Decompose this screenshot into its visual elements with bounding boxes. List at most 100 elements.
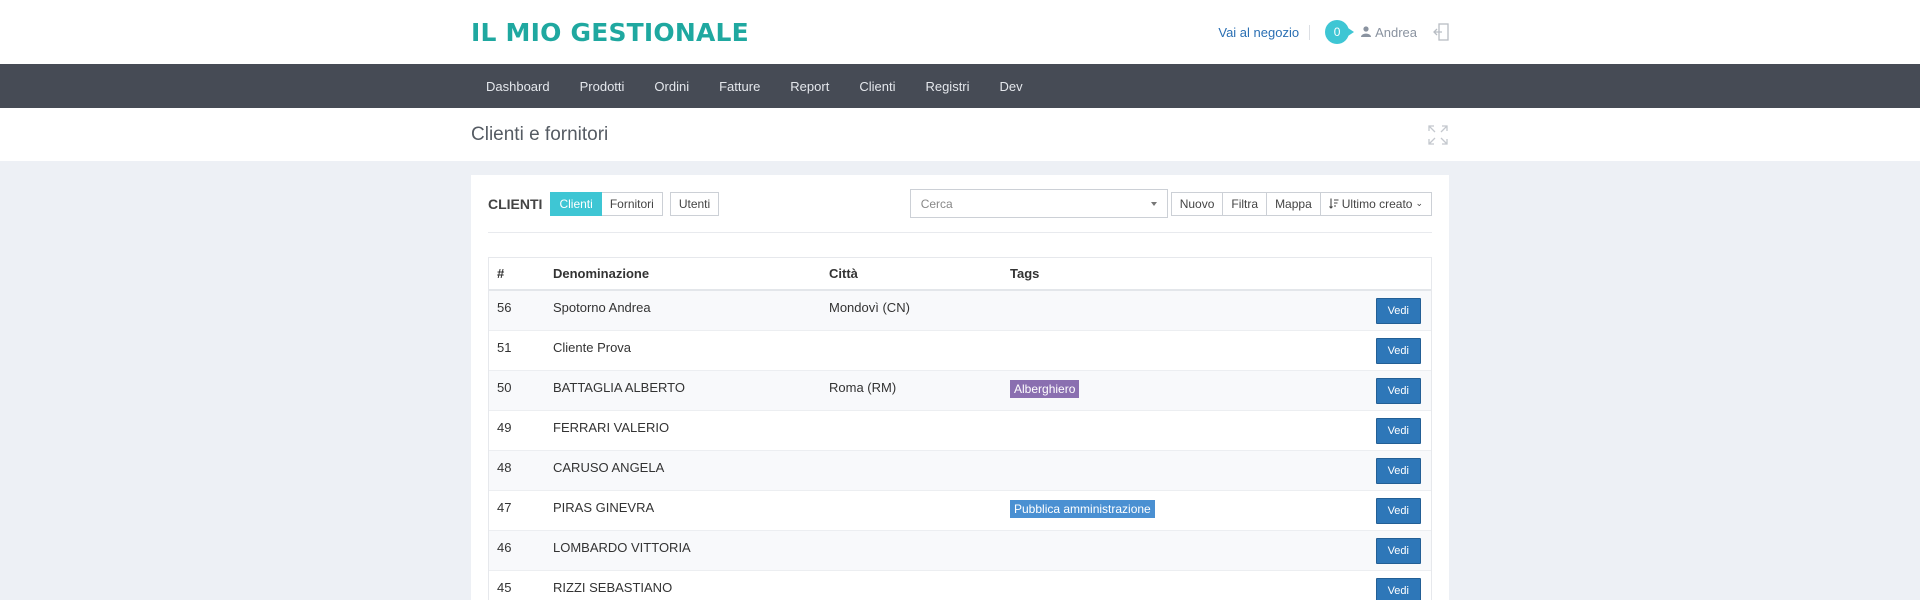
nav-item-ordini[interactable]: Ordini — [639, 79, 704, 94]
row-tags — [1002, 569, 1302, 600]
row-actions: Vedi — [1302, 529, 1431, 570]
table-row[interactable]: 49 FERRARI VALERIO Vedi — [489, 409, 1431, 450]
tab-clienti[interactable]: Clienti — [550, 191, 602, 216]
column-header-name[interactable]: Denominazione — [545, 258, 821, 291]
row-tags — [1002, 449, 1302, 490]
row-actions: Vedi — [1302, 449, 1431, 490]
column-header-actions — [1302, 258, 1431, 291]
logout-icon[interactable] — [1433, 23, 1449, 41]
title-bar: Clienti e fornitori — [0, 108, 1920, 161]
view-button[interactable]: Vedi — [1375, 298, 1421, 324]
user-name: Andrea — [1375, 24, 1417, 40]
row-name: Cliente Prova — [545, 329, 821, 370]
row-city — [821, 489, 1002, 530]
app-header: IL MIO GESTIONALE Vai al negozio 0 Andre… — [0, 0, 1920, 64]
column-header-id[interactable]: # — [489, 258, 545, 291]
table-row[interactable]: 56 Spotorno Andrea Mondovì (CN) Vedi — [489, 289, 1431, 330]
row-tags — [1002, 329, 1302, 370]
filter-button[interactable]: Filtra — [1223, 191, 1268, 216]
page-title: Clienti e fornitori — [471, 123, 609, 145]
row-id: 48 — [489, 449, 545, 490]
view-button[interactable]: Vedi — [1375, 497, 1421, 524]
row-name: CARUSO ANGELA — [545, 449, 821, 490]
view-button[interactable]: Vedi — [1375, 337, 1421, 364]
view-button[interactable]: Vedi — [1375, 377, 1421, 404]
row-name: PIRAS GINEVRA — [545, 489, 821, 530]
row-actions: Vedi — [1302, 289, 1431, 330]
table-row[interactable]: 46 LOMBARDO VITTORIA Vedi — [489, 529, 1431, 570]
row-city — [821, 409, 1002, 450]
notification-badge[interactable]: 0 — [1325, 20, 1355, 44]
row-tags — [1002, 289, 1302, 330]
shop-link[interactable]: Vai al negozio — [1218, 24, 1311, 40]
nav-item-report[interactable]: Report — [775, 79, 844, 94]
row-id: 46 — [489, 529, 545, 570]
row-actions: Vedi — [1302, 489, 1431, 530]
nav-item-prodotti[interactable]: Prodotti — [565, 79, 640, 94]
row-tags — [1002, 529, 1302, 570]
tag-badge[interactable]: Alberghiero — [1010, 379, 1080, 398]
row-city — [821, 569, 1002, 600]
column-header-city[interactable]: Città — [821, 258, 1002, 291]
row-id: 45 — [489, 569, 545, 600]
table-row[interactable]: 45 RIZZI SEBASTIANO Vedi — [489, 569, 1431, 600]
view-button[interactable]: Vedi — [1375, 577, 1421, 600]
row-actions: Vedi — [1302, 369, 1431, 410]
sort-dropdown[interactable]: Ultimo creato ⌄ — [1320, 191, 1432, 216]
table-header-row: # Denominazione Città Tags — [489, 258, 1431, 291]
app-logo[interactable]: IL MIO GESTIONALE — [471, 18, 749, 47]
view-button[interactable]: Vedi — [1375, 457, 1421, 484]
nav-item-clienti[interactable]: Clienti — [844, 79, 910, 94]
row-actions: Vedi — [1302, 569, 1431, 600]
nav-item-fatture[interactable]: Fatture — [704, 79, 775, 94]
new-button[interactable]: Nuovo — [1170, 191, 1224, 216]
row-name: BATTAGLIA ALBERTO — [545, 369, 821, 410]
chevron-down-icon — [1150, 201, 1157, 206]
clients-table: # Denominazione Città Tags 56 Spotorno An… — [488, 257, 1432, 600]
row-name: LOMBARDO VITTORIA — [545, 529, 821, 570]
row-actions: Vedi — [1302, 329, 1431, 370]
table-row[interactable]: 47 PIRAS GINEVRA Pubblica amministrazione V… — [489, 489, 1431, 530]
row-city — [821, 449, 1002, 490]
row-city: Roma (RM) — [821, 369, 1002, 410]
expand-icon[interactable] — [1427, 124, 1449, 146]
search-select[interactable] — [909, 189, 1168, 218]
clients-panel: CLIENTI Clienti Fornitori Utenti Nuovo F… — [471, 175, 1449, 600]
row-id: 51 — [489, 329, 545, 370]
row-name: FERRARI VALERIO — [545, 409, 821, 450]
row-city: Mondovì (CN) — [821, 289, 1002, 330]
nav-item-dashboard[interactable]: Dashboard — [471, 79, 565, 94]
row-id: 56 — [489, 289, 545, 330]
row-city — [821, 329, 1002, 370]
list-toolbar: CLIENTI Clienti Fornitori Utenti Nuovo F… — [488, 175, 1432, 233]
row-actions: Vedi — [1302, 409, 1431, 450]
row-name: Spotorno Andrea — [545, 289, 821, 330]
map-button[interactable]: Mappa — [1267, 191, 1321, 216]
column-header-tags[interactable]: Tags — [1002, 258, 1302, 291]
type-tabs: Clienti Fornitori — [550, 191, 663, 216]
row-id: 50 — [489, 369, 545, 410]
user-icon — [1361, 25, 1372, 40]
view-button[interactable]: Vedi — [1375, 417, 1421, 444]
tab-fornitori[interactable]: Fornitori — [601, 191, 663, 216]
tag-badge[interactable]: Pubblica amministrazione — [1010, 499, 1155, 518]
search-input[interactable] — [920, 196, 1131, 211]
table-row[interactable]: 51 Cliente Prova Vedi — [489, 329, 1431, 370]
users-button[interactable]: Utenti — [669, 191, 720, 216]
main-nav: Dashboard Prodotti Ordini Fatture Report… — [0, 64, 1920, 108]
user-menu[interactable]: Andrea — [1361, 25, 1417, 40]
view-button[interactable]: Vedi — [1375, 537, 1421, 564]
row-id: 49 — [489, 409, 545, 450]
table-row[interactable]: 48 CARUSO ANGELA Vedi — [489, 449, 1431, 490]
row-id: 47 — [489, 489, 545, 530]
table-row[interactable]: 50 BATTAGLIA ALBERTO Roma (RM) Alberghiero V… — [489, 369, 1431, 410]
sort-icon — [1328, 198, 1342, 209]
action-buttons: Nuovo Filtra Mappa Ultimo creato ⌄ — [1170, 191, 1432, 216]
row-city — [821, 529, 1002, 570]
section-label: CLIENTI — [488, 195, 543, 212]
nav-item-dev[interactable]: Dev — [985, 79, 1038, 94]
header-actions: Vai al negozio 0 Andrea — [1218, 20, 1449, 44]
chevron-down-icon: ⌄ — [1415, 198, 1423, 208]
nav-item-registri[interactable]: Registri — [910, 79, 984, 94]
sort-label: Ultimo creato — [1341, 196, 1413, 211]
